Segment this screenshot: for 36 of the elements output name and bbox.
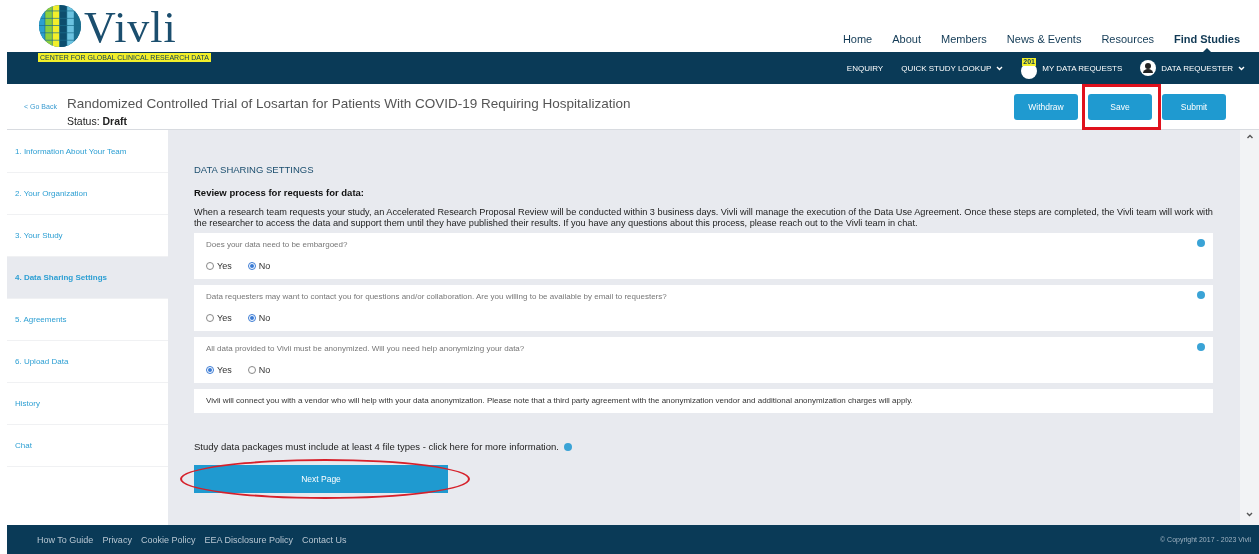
question-text: Data requesters may want to contact you for questions and/or collaboration. Are you willing to be available by email to requesters? bbox=[206, 292, 668, 301]
nav-link[interactable]: About bbox=[892, 33, 921, 52]
section-title: DATA SHARING SETTINGS bbox=[194, 164, 315, 175]
scroll-down-icon bbox=[1246, 512, 1253, 517]
nav-link[interactable]: News & Events bbox=[1006, 33, 1082, 52]
radio-option[interactable]: No bbox=[247, 261, 271, 271]
section-heading: Review process for requests for data: bbox=[194, 187, 365, 198]
footer-link[interactable]: EEA Disclosure Policy bbox=[204, 534, 293, 545]
chevron-down-icon bbox=[996, 65, 1004, 71]
nav-link[interactable]: Members bbox=[941, 33, 987, 52]
intro-text: When a research team requests your study, an Accelerated Research Proposal Review will be conducted within 3 business days. Vivli will manage the execution of the Data Use Agreement. Once these steps are completed, the Vivli team will work with the researcher to access the data and support them until they have published their results. If you have any questions about this process, please reach out to the Vivli team in chat. bbox=[194, 207, 1213, 229]
sub-nav-link[interactable]: DATA REQUESTER bbox=[1140, 60, 1245, 76]
radio-option[interactable]: Yes bbox=[206, 365, 232, 375]
nav-link[interactable]: Resources bbox=[1101, 33, 1154, 52]
footer-link[interactable]: How To Guide bbox=[37, 534, 94, 545]
file-types-note: Study data packages must include at least 4 file types - click here for more information. bbox=[194, 441, 559, 452]
request-title: Randomized Controlled Trial of Losartan for Patients With COVID-19 Requiring Hospitalization bbox=[66, 96, 631, 111]
sub-nav-link[interactable]: ENQUIRY bbox=[846, 63, 884, 73]
radio-option[interactable]: No bbox=[247, 365, 271, 375]
footer-link[interactable]: Privacy bbox=[102, 534, 132, 545]
globe-logo-icon bbox=[38, 4, 82, 48]
radio-option[interactable]: No bbox=[247, 313, 271, 323]
radio-option[interactable]: Yes bbox=[206, 313, 232, 323]
chevron-down-icon bbox=[1238, 65, 1245, 71]
footer-link[interactable]: Contact Us bbox=[301, 534, 347, 545]
request-status: Status: Draft bbox=[66, 115, 128, 127]
question-text: Does your data need to be embargoed? bbox=[206, 240, 349, 249]
user-avatar-icon bbox=[1140, 60, 1157, 76]
scroll-up-icon[interactable] bbox=[1245, 134, 1254, 139]
radio-option[interactable]: Yes bbox=[206, 261, 232, 271]
nav-link[interactable]: Home bbox=[842, 33, 873, 52]
question-text: All data provided to Vivli must be anonymized. Will you need help anonymizing your data? bbox=[206, 344, 526, 353]
brand-wordmark: Vivli bbox=[84, 8, 177, 48]
notice-text: Vivli will connect you with a vendor who will help with your data anonymization. Please note that a third party agreement with the anonymization vendor and additional anonymization charges will apply. bbox=[206, 396, 914, 405]
sub-nav-link[interactable]: QUICK STUDY LOOKUP bbox=[901, 63, 1004, 73]
footer-link[interactable]: Cookie Policy bbox=[140, 534, 196, 545]
